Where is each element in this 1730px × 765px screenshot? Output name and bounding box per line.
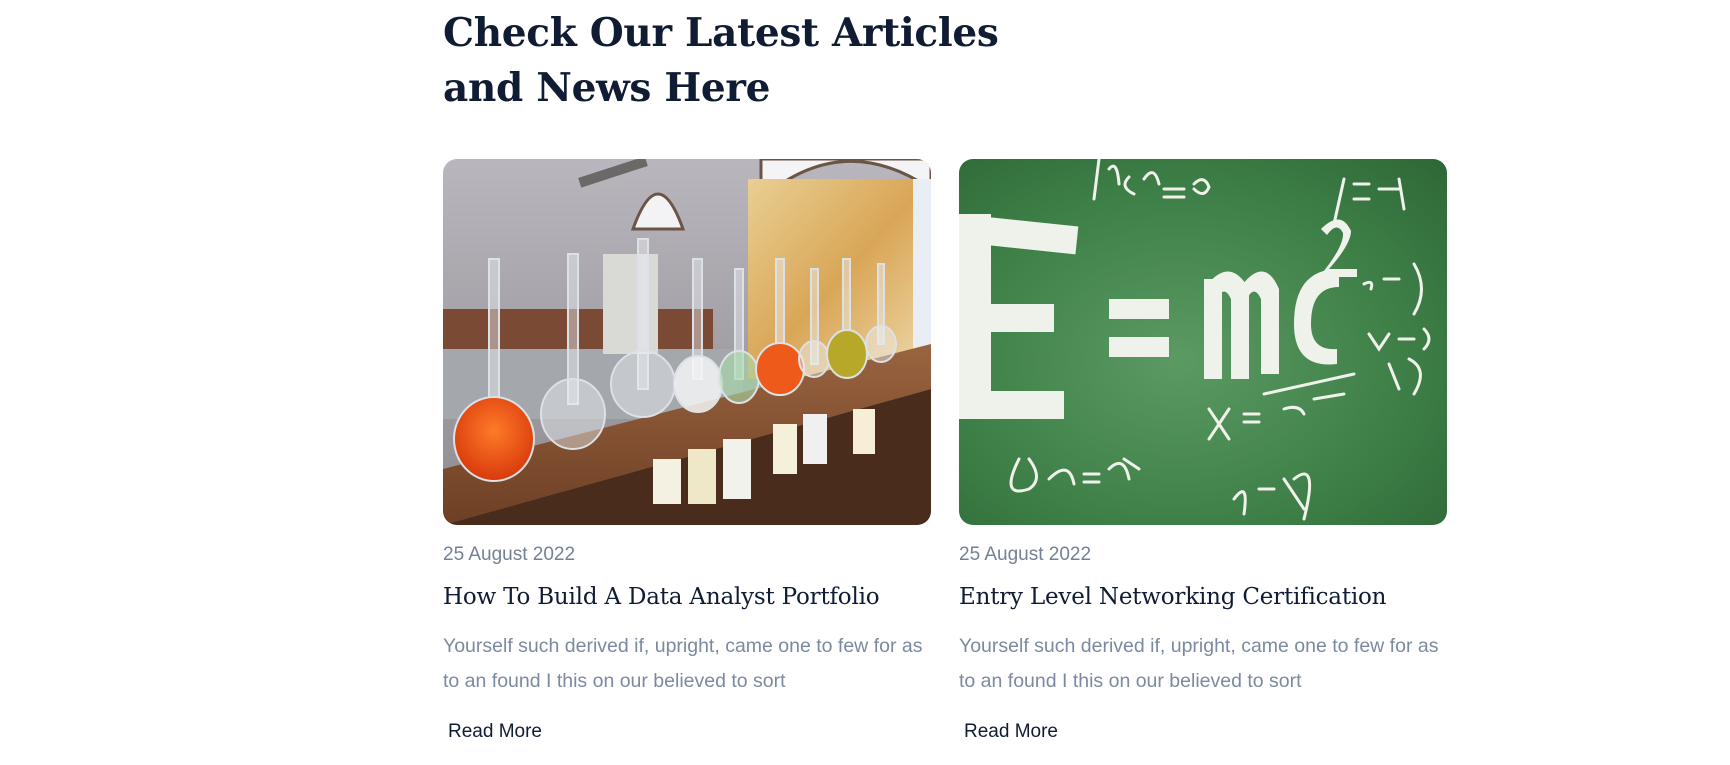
article-date: 25 August 2022	[443, 544, 576, 565]
article-date: 25 August 2022	[959, 544, 1092, 565]
article-thumbnail-chalkboard[interactable]	[959, 159, 1447, 525]
read-more-link[interactable]: Read More	[448, 721, 542, 743]
article-card[interactable]: 25 August 2022 How To Build A Data Analy…	[443, 159, 931, 742]
article-excerpt: Yourself such derived if, upright, came …	[443, 635, 923, 692]
article-excerpt: Yourself such derived if, upright, came …	[959, 635, 1439, 692]
article-card[interactable]: 25 August 2022 Entry Level Networking Ce…	[959, 159, 1447, 742]
read-more-link[interactable]: Read More	[964, 721, 1058, 743]
section-heading: Check Our Latest Articles and News Here	[443, 10, 999, 111]
article-title[interactable]: Entry Level Networking Certification	[959, 584, 1386, 610]
article-title[interactable]: How To Build A Data Analyst Portfolio	[443, 584, 880, 610]
article-thumbnail-lab-flasks[interactable]	[443, 159, 931, 525]
